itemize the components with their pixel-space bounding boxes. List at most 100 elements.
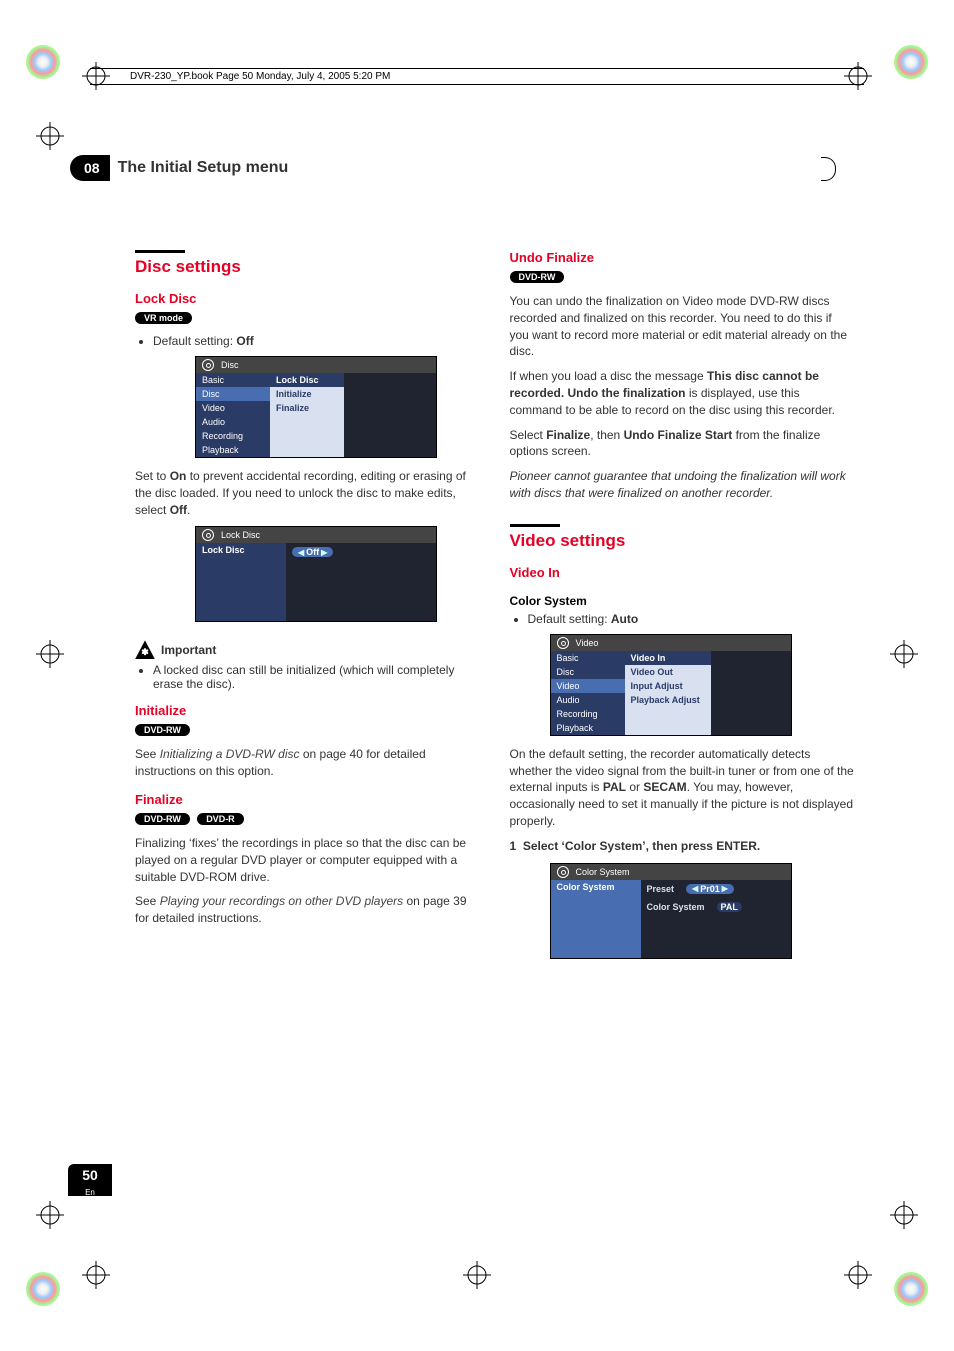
- chapter-header: 08 The Initial Setup menu: [70, 155, 884, 181]
- undo-body1: You can undo the finalization on Video m…: [510, 293, 855, 360]
- text-bold: PAL: [603, 780, 626, 794]
- disc-icon: [557, 637, 569, 649]
- osd-value-pill: PAL: [717, 902, 742, 912]
- osd-title: Color System: [576, 867, 630, 877]
- osd-category-item: Playback: [551, 721, 625, 735]
- osd-category-item: Video: [196, 401, 270, 415]
- disc-icon: [202, 529, 214, 541]
- osd-color-system: Color System Color System Preset ◀ Pr01 …: [550, 863, 792, 959]
- osd-disc-menu: Disc Basic Disc Video Audio Recording Pl…: [195, 356, 437, 458]
- heading-lock-disc: Lock Disc: [135, 291, 480, 306]
- osd-option-list: Video In Video Out Input Adjust Playback…: [625, 651, 711, 735]
- default-setting-list: Default setting: Off: [135, 334, 480, 348]
- osd-title: Disc: [221, 360, 239, 370]
- registration-mark-icon: [890, 1201, 918, 1229]
- osd-category-list: Basic Disc Video Audio Recording Playbac…: [551, 651, 625, 735]
- heading-finalize: Finalize: [135, 792, 480, 807]
- osd-body: Basic Disc Video Audio Recording Playbac…: [551, 651, 791, 735]
- undo-body2: If when you load a disc the message This…: [510, 368, 855, 418]
- osd-title: Video: [576, 638, 599, 648]
- color-target: [894, 1272, 928, 1306]
- default-setting-item: Default setting: Off: [153, 334, 480, 348]
- content-columns: Disc settings Lock Disc VR mode Default …: [135, 250, 854, 969]
- finalize-ref: See Playing your recordings on other DVD…: [135, 893, 480, 927]
- lockdisc-body: Set to On to prevent accidental recordin…: [135, 468, 480, 518]
- section-video-settings: Video settings: [510, 531, 855, 551]
- osd-title-bar: Color System: [551, 864, 791, 880]
- registration-mark-icon: [844, 1261, 872, 1289]
- tag-dvd-rw: DVD-RW: [135, 813, 190, 825]
- chevron-right-icon: ▶: [319, 548, 329, 557]
- osd-title-bar: Lock Disc: [196, 527, 436, 543]
- step-number: 1: [510, 839, 517, 853]
- page: DVR-230_YP.book Page 50 Monday, July 4, …: [0, 0, 954, 1351]
- osd-value-pill: ◀ Off ▶: [292, 547, 333, 557]
- video-body: On the default setting, the recorder aut…: [510, 746, 855, 830]
- text-bold: Finalize: [546, 428, 590, 442]
- osd-row-label: Preset: [641, 882, 681, 896]
- osd-value: Off: [306, 547, 319, 557]
- text-italic: Playing your recordings on other DVD pla…: [160, 894, 403, 908]
- disc-icon: [202, 359, 214, 371]
- registration-mark-icon: [36, 640, 64, 668]
- section-disc-settings: Disc settings: [135, 257, 480, 277]
- color-target: [894, 45, 928, 79]
- text: Select: [510, 428, 547, 442]
- osd-title-bar: Disc: [196, 357, 436, 373]
- text-bold: On: [170, 469, 187, 483]
- osd-value-pill: ◀ Pr01 ▶: [686, 884, 734, 894]
- disc-icon: [557, 866, 569, 878]
- tag-dvd-r: DVD-R: [197, 813, 244, 825]
- page-language: En: [68, 1184, 112, 1202]
- osd-empty-pane: [344, 373, 436, 457]
- chapter-number-badge: 08: [70, 155, 110, 181]
- color-target: [26, 1272, 60, 1306]
- finalize-body: Finalizing ‘fixes’ the recordings in pla…: [135, 835, 480, 885]
- text: or: [626, 780, 643, 794]
- osd-category-item: Disc: [551, 665, 625, 679]
- chevron-left-icon: ◀: [296, 548, 306, 557]
- osd-label-column: Lock Disc: [196, 543, 286, 621]
- text-bold: Undo Finalize Start: [624, 428, 733, 442]
- heading-initialize: Initialize: [135, 703, 480, 718]
- page-number-badge: 50 En: [68, 1164, 112, 1196]
- left-column: Disc settings Lock Disc VR mode Default …: [135, 250, 480, 969]
- step-text: Select ‘Color System’, then press ENTER.: [523, 839, 760, 853]
- chevron-left-icon: ◀: [690, 884, 700, 893]
- color-target: [26, 45, 60, 79]
- registration-mark-icon: [463, 1261, 491, 1289]
- chapter-title: The Initial Setup menu: [118, 159, 884, 177]
- text-italic: Initializing a DVD-RW disc: [160, 747, 300, 761]
- text-bold: SECAM: [643, 780, 686, 794]
- osd-lock-disc: Lock Disc Lock Disc ◀ Off ▶: [195, 526, 437, 622]
- osd-label-column: Color System: [551, 880, 641, 958]
- undo-note: Pioneer cannot guarantee that undoing th…: [510, 468, 855, 502]
- osd-body: Basic Disc Video Audio Recording Playbac…: [196, 373, 436, 457]
- osd-option-item: Video In: [625, 651, 711, 665]
- default-setting-label: Default setting:: [153, 334, 236, 348]
- osd-label: Color System: [551, 880, 641, 894]
- osd-option-item: Video Out: [625, 665, 711, 679]
- chevron-right-icon: ▶: [720, 884, 730, 893]
- step-1: 1 Select ‘Color System’, then press ENTE…: [510, 838, 855, 855]
- important-list: A locked disc can still be initialized (…: [135, 663, 480, 691]
- osd-body: Lock Disc ◀ Off ▶: [196, 543, 436, 621]
- section-rule: [135, 250, 185, 253]
- osd-option-item: Initialize: [270, 387, 344, 401]
- registration-mark-icon: [890, 640, 918, 668]
- initialize-body: See Initializing a DVD-RW disc on page 4…: [135, 746, 480, 780]
- default-setting-list: Default setting: Auto: [510, 612, 855, 626]
- osd-option-item: Lock Disc: [270, 373, 344, 387]
- osd-title: Lock Disc: [221, 530, 260, 540]
- osd-body: Color System Preset ◀ Pr01 ▶ Colo: [551, 880, 791, 958]
- osd-option-item: Finalize: [270, 401, 344, 415]
- text: , then: [590, 428, 623, 442]
- osd-category-item: Basic: [551, 651, 625, 665]
- default-setting-value: Auto: [611, 612, 638, 626]
- osd-value-pane: Preset ◀ Pr01 ▶ Color System PAL: [641, 880, 791, 958]
- heading-color-system: Color System: [510, 594, 855, 608]
- right-column: Undo Finalize DVD-RW You can undo the fi…: [510, 250, 855, 969]
- warning-triangle-icon: ✽: [135, 640, 155, 659]
- osd-category-list: Basic Disc Video Audio Recording Playbac…: [196, 373, 270, 457]
- tag-vr-mode: VR mode: [135, 312, 192, 324]
